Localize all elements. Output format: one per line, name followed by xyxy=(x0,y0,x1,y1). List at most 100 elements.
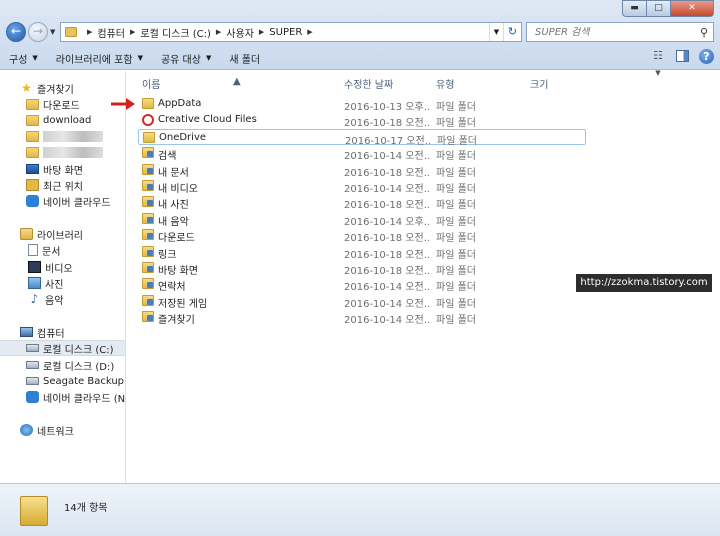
nav-item-pictures[interactable]: 사진 xyxy=(0,275,125,291)
file-name: 내 음악 xyxy=(158,216,189,228)
breadcrumb-separator-icon[interactable]: ▶ xyxy=(216,28,221,36)
column-header-size[interactable]: 크기 xyxy=(530,76,548,91)
sort-ascending-icon: ▲ xyxy=(233,76,241,87)
include-in-library-button[interactable]: 라이브러리에 포함 ▼ xyxy=(47,47,152,69)
recent-pages-dropdown[interactable]: ▼ xyxy=(50,28,55,36)
file-row[interactable]: 내 사진 2016-10-18 오전... 파일 폴더 xyxy=(138,194,586,212)
file-row[interactable]: 링크 2016-10-18 오전... 파일 폴더 xyxy=(138,244,586,261)
search-icon[interactable]: ⚲ xyxy=(695,26,713,39)
file-row[interactable]: AppData 2016-10-13 오후... 파일 폴더 xyxy=(138,96,586,113)
nav-item-downloads[interactable]: 다운로드 xyxy=(0,96,125,112)
nav-item-seagate-backup[interactable]: Seagate Backup Plu xyxy=(0,373,125,389)
folder-icon xyxy=(26,130,39,142)
nav-item-naver-cloud[interactable]: 네이버 클라우드 xyxy=(0,193,125,209)
nav-item-local-disk-d[interactable]: 로컬 디스크 (D:) xyxy=(0,357,125,373)
column-header-type[interactable]: 유형 xyxy=(436,76,454,91)
minimize-button[interactable]: ▬ xyxy=(622,0,646,17)
file-type: 파일 폴더 xyxy=(436,233,476,245)
computer-icon xyxy=(20,327,33,337)
file-modified-date: 2016-10-13 오후... xyxy=(344,102,429,113)
file-type: 파일 폴더 xyxy=(436,249,476,261)
library-icon xyxy=(20,228,33,240)
file-row[interactable]: 다운로드 2016-10-18 오전... 파일 폴더 xyxy=(138,227,586,245)
file-row[interactable]: 검색 2016-10-14 오전... 파일 폴더 xyxy=(138,145,586,163)
maximize-button[interactable]: □ xyxy=(646,0,670,17)
nav-label: 비디오 xyxy=(45,263,73,275)
nav-label: 최근 위치 xyxy=(43,181,83,193)
preview-pane-button[interactable] xyxy=(676,50,689,62)
breadcrumb-separator-icon[interactable]: ▶ xyxy=(307,28,312,36)
column-header-modified[interactable]: 수정한 날짜 xyxy=(344,76,393,91)
favorites-folder-icon xyxy=(142,311,154,323)
nav-libraries-header[interactable]: 라이브러리 xyxy=(0,226,125,242)
breadcrumb-computer[interactable]: 컴퓨터 xyxy=(97,25,125,40)
downloads-folder-icon xyxy=(142,229,154,241)
nav-label: 문서 xyxy=(42,246,61,258)
nav-item-blurred[interactable] xyxy=(0,144,125,160)
nav-item-recent-places[interactable]: 최근 위치 xyxy=(0,177,125,193)
breadcrumb-local-disk-c[interactable]: 로컬 디스크 (C:) xyxy=(140,25,211,40)
nav-item-music[interactable]: ♪ 음악 xyxy=(0,291,125,307)
file-modified-date: 2016-10-14 오전... xyxy=(344,315,429,327)
nav-network-header[interactable]: 네트워크 xyxy=(0,422,125,438)
folder-icon xyxy=(26,146,39,158)
close-button[interactable]: ✕ xyxy=(670,0,714,17)
file-name: 저장된 게임 xyxy=(158,298,208,310)
breadcrumb-super[interactable]: SUPER xyxy=(269,27,302,38)
file-row[interactable]: 연락처 2016-10-14 오전... 파일 폴더 xyxy=(138,276,586,294)
help-button[interactable]: ? xyxy=(699,48,714,64)
nav-item-videos[interactable]: 비디오 xyxy=(0,259,125,275)
redacted-label xyxy=(43,146,103,158)
nav-label: download xyxy=(43,114,92,126)
nav-item-desktop[interactable]: 바탕 화면 xyxy=(0,161,125,177)
nav-item-download[interactable]: download xyxy=(0,112,125,128)
recent-places-icon xyxy=(26,179,39,191)
file-name: 내 비디오 xyxy=(158,184,198,195)
breadcrumb-users[interactable]: 사용자 xyxy=(226,25,254,40)
file-row[interactable]: 즐겨찾기 2016-10-14 오전... 파일 폴더 xyxy=(138,309,586,327)
downloads-folder-icon xyxy=(26,98,39,110)
nav-favorites-header[interactable]: ★ 즐겨찾기 xyxy=(0,80,125,96)
file-name: 링크 xyxy=(158,249,177,261)
change-view-button[interactable]: ☷ ▼ xyxy=(650,48,666,77)
file-row[interactable]: 내 음악 2016-10-14 오후... 파일 폴더 xyxy=(138,211,586,228)
file-row[interactable]: 바탕 화면 2016-10-18 오전... 파일 폴더 xyxy=(138,260,586,277)
file-type: 파일 폴더 xyxy=(436,282,476,294)
desktop-folder-icon xyxy=(142,262,154,273)
file-name: 내 사진 xyxy=(158,200,189,212)
breadcrumb-separator-icon[interactable]: ▶ xyxy=(87,28,92,36)
nav-item-local-disk-c[interactable]: 로컬 디스크 (C:) xyxy=(0,340,125,356)
file-modified-date: 2016-10-18 오전... xyxy=(344,167,429,179)
address-history-dropdown[interactable]: ▼ xyxy=(489,23,503,41)
breadcrumb-separator-icon[interactable]: ▶ xyxy=(259,28,264,36)
back-button[interactable]: ← xyxy=(6,22,26,42)
nav-item-blurred[interactable] xyxy=(0,128,125,144)
organize-button[interactable]: 구성 ▼ xyxy=(0,47,47,69)
folder-icon xyxy=(20,496,48,526)
address-bar[interactable]: ▶ 컴퓨터 ▶ 로컬 디스크 (C:) ▶ 사용자 ▶ SUPER ▶ ▼ ↻ xyxy=(60,22,522,42)
file-name: 즐겨찾기 xyxy=(158,315,195,327)
search-input[interactable] xyxy=(527,26,695,38)
file-row[interactable]: 내 비디오 2016-10-14 오전... 파일 폴더 xyxy=(138,178,586,195)
nav-item-naver-cloud-drive[interactable]: 네이버 클라우드 (N xyxy=(0,389,125,405)
breadcrumb-separator-icon[interactable]: ▶ xyxy=(130,28,135,36)
forward-button[interactable]: → xyxy=(28,22,48,42)
share-with-button[interactable]: 공유 대상 ▼ xyxy=(152,47,220,69)
file-row[interactable]: 저장된 게임 2016-10-14 오전... 파일 폴더 xyxy=(138,293,586,310)
nav-computer-header[interactable]: 컴퓨터 xyxy=(0,324,125,340)
new-folder-button[interactable]: 새 폴더 xyxy=(220,47,269,69)
search-box: ⚲ xyxy=(526,22,714,42)
file-type: 파일 폴더 xyxy=(436,167,476,179)
window-chrome: ▬ □ ✕ ← → ▼ ▶ 컴퓨터 ▶ 로컬 디스크 (C:) ▶ 사용자 ▶ … xyxy=(0,0,720,77)
back-arrow-icon: ← xyxy=(10,24,22,38)
file-name: 검색 xyxy=(158,151,177,163)
file-row[interactable]: OneDrive 2016-10-17 오전... 파일 폴더 xyxy=(138,128,586,147)
cloud-icon xyxy=(26,391,39,403)
nav-item-documents[interactable]: 문서 xyxy=(0,242,125,258)
drive-icon xyxy=(26,344,39,352)
file-row[interactable]: Creative Cloud Files 2016-10-18 오전... 파일 폴… xyxy=(138,112,586,129)
file-row[interactable]: 내 문서 2016-10-18 오전... 파일 폴더 xyxy=(138,162,586,179)
refresh-button[interactable]: ↻ xyxy=(503,23,521,41)
column-header-name[interactable]: 이름 xyxy=(142,76,160,91)
file-modified-date: 2016-10-14 오전... xyxy=(344,184,429,195)
